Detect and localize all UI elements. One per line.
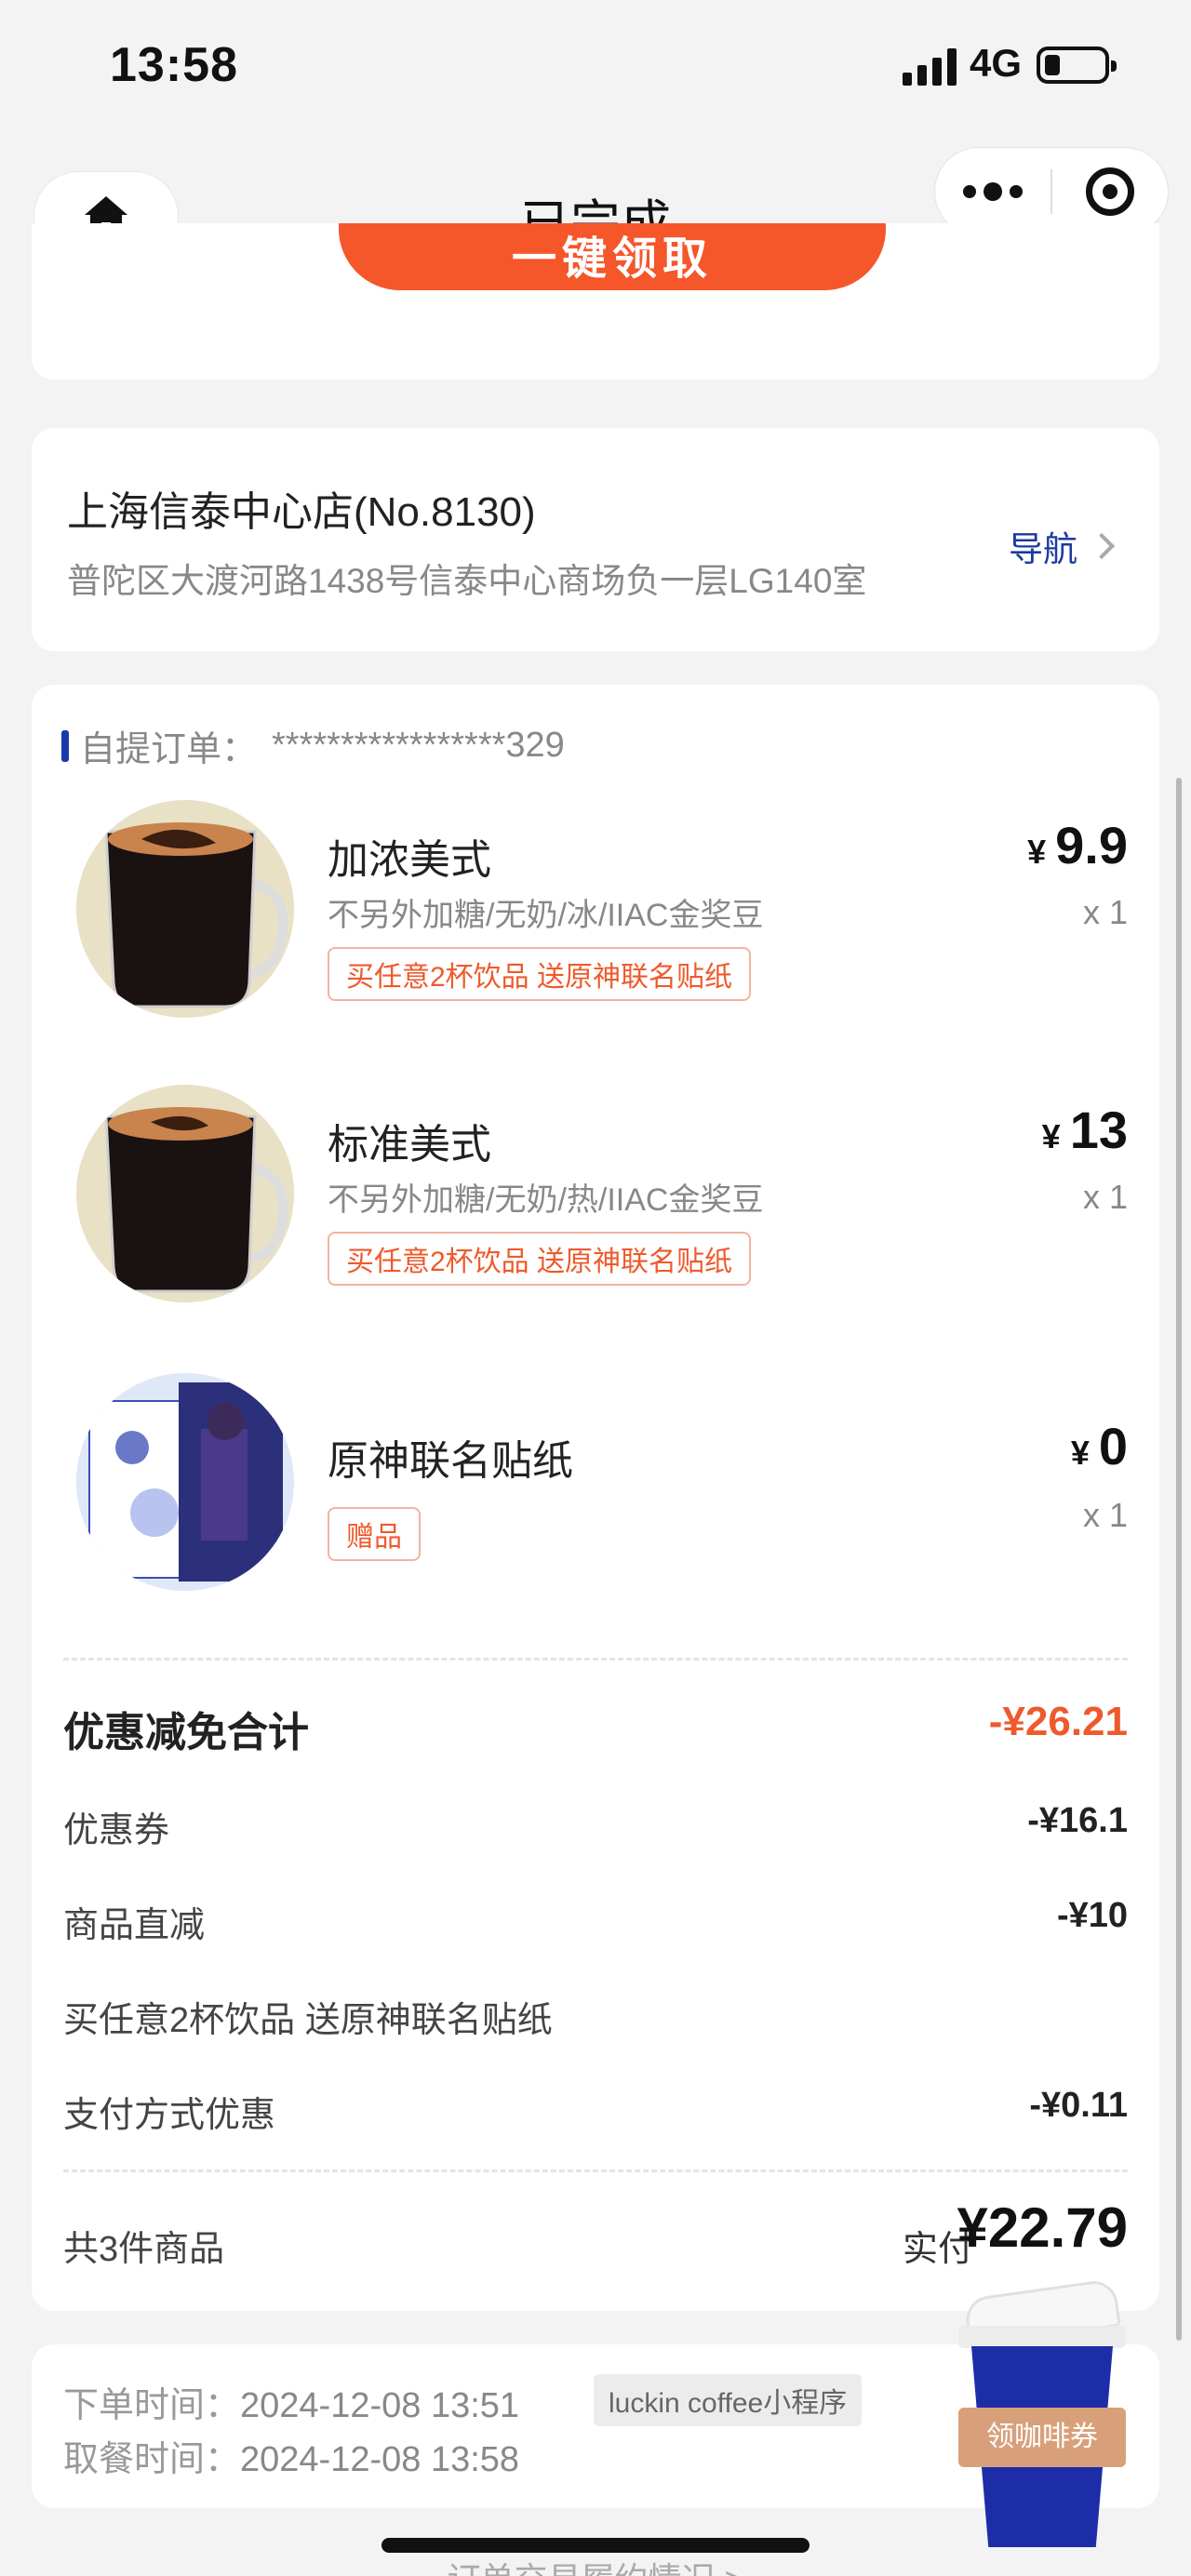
battery-icon	[1037, 47, 1117, 84]
accent-bar	[61, 729, 69, 762]
more-icon[interactable]	[935, 148, 1050, 235]
divider	[63, 2169, 1128, 2172]
item-name: 标准美式	[328, 1122, 491, 1168]
order-item[interactable]: 标准美式 不另外加糖/无奶/热/IIAC金奖豆 买任意2杯饮品 送原神联名贴纸 …	[32, 1085, 1159, 1336]
pickup-time-label: 取餐时间：	[63, 2440, 241, 2479]
store-name: 上海信泰中心店(No.8130)	[67, 489, 536, 535]
item-qty: x 1	[1082, 893, 1128, 931]
source-badge: luckin coffee小程序	[594, 2374, 863, 2426]
pickup-time-value: 2024-12-08 13:58	[240, 2440, 520, 2479]
item-spec: 不另外加糖/无奶/热/IIAC金奖豆	[328, 1182, 764, 1218]
discount-row-label: 优惠券	[63, 1811, 170, 1850]
claim-card: 一键领取	[32, 223, 1159, 380]
cup-lid-rim	[958, 2326, 1126, 2348]
promo-tag: 买任意2杯饮品 送原神联名贴纸	[328, 947, 752, 1001]
home-indicator	[381, 2538, 810, 2553]
promo-tag: 买任意2杯饮品 送原神联名贴纸	[328, 1232, 752, 1286]
navigate-link[interactable]: 导航	[1009, 521, 1116, 571]
order-item[interactable]: 原神联名贴纸 赠品 ¥0 x 1	[32, 1373, 1159, 1624]
order-time-value: 2024-12-08 13:51	[240, 2386, 520, 2425]
status-time: 13:58	[110, 38, 238, 92]
discount-row-label: 商品直减	[63, 1906, 206, 1945]
coupon-label: 领咖啡券	[958, 2408, 1126, 2467]
order-header: 自提订单： *****************329	[61, 720, 565, 771]
item-name: 原神联名贴纸	[328, 1438, 573, 1484]
discount-row-label: 支付方式优惠	[63, 2096, 276, 2135]
order-card: 自提订单： *****************329 加浓美式 不另外加糖/无奶…	[32, 685, 1159, 2311]
discount-row-value: -¥10	[1056, 1896, 1128, 1935]
item-spec: 不另外加糖/无奶/冰/IIAC金奖豆	[328, 898, 764, 933]
order-number: *****************329	[272, 726, 565, 765]
item-price: ¥0	[1070, 1417, 1128, 1475]
item-price: ¥13	[1041, 1101, 1128, 1159]
sticker-image	[76, 1373, 294, 1591]
coffee-image	[76, 800, 294, 1018]
discount-row-value: -¥0.11	[1029, 2086, 1128, 2125]
gift-tag: 赠品	[328, 1507, 421, 1561]
order-time-row: 下单时间：2024-12-08 13:51	[63, 2376, 519, 2427]
network-label: 4G	[970, 41, 1023, 85]
discount-row-label: 买任意2杯饮品 送原神联名贴纸	[63, 2001, 553, 2040]
order-time-label: 下单时间：	[63, 2386, 241, 2425]
divider	[63, 1658, 1128, 1661]
pickup-time-row: 取餐时间：2024-12-08 13:58	[63, 2430, 519, 2481]
store-address: 普陀区大渡河路1438号信泰中心商场负一层LG140室	[67, 562, 867, 600]
claim-button[interactable]: 一键领取	[339, 223, 886, 290]
coffee-image	[76, 1085, 294, 1302]
navigate-label: 导航	[1009, 530, 1077, 568]
item-price: ¥9.9	[1027, 816, 1128, 874]
signal-icon	[903, 47, 960, 86]
status-bar: 13:58 4G	[0, 0, 1191, 140]
discount-row-value: -¥16.1	[1027, 1801, 1128, 1840]
scrollbar[interactable]	[1176, 778, 1182, 2341]
order-item[interactable]: 加浓美式 不另外加糖/无奶/冰/IIAC金奖豆 买任意2杯饮品 送原神联名贴纸 …	[32, 800, 1159, 1051]
paid-value: ¥22.79	[957, 2196, 1128, 2259]
item-count: 共3件商品	[63, 2230, 225, 2269]
item-qty: x 1	[1082, 1178, 1128, 1216]
store-card: 上海信泰中心店(No.8130) 普陀区大渡河路1438号信泰中心商场负一层LG…	[32, 428, 1159, 651]
coffee-coupon-float[interactable]: 领咖啡券	[958, 2277, 1126, 2549]
item-qty: x 1	[1082, 1496, 1128, 1534]
item-name: 加浓美式	[328, 837, 491, 883]
discount-title: 优惠减免合计	[63, 1710, 309, 1755]
order-label: 自提订单：	[80, 730, 258, 769]
chevron-right-icon	[1088, 532, 1116, 560]
fulfillment-link[interactable]: 订单交易履约情况 >	[0, 2553, 1191, 2576]
discount-total: -¥26.21	[988, 1699, 1128, 1744]
target-icon[interactable]	[1052, 148, 1168, 235]
